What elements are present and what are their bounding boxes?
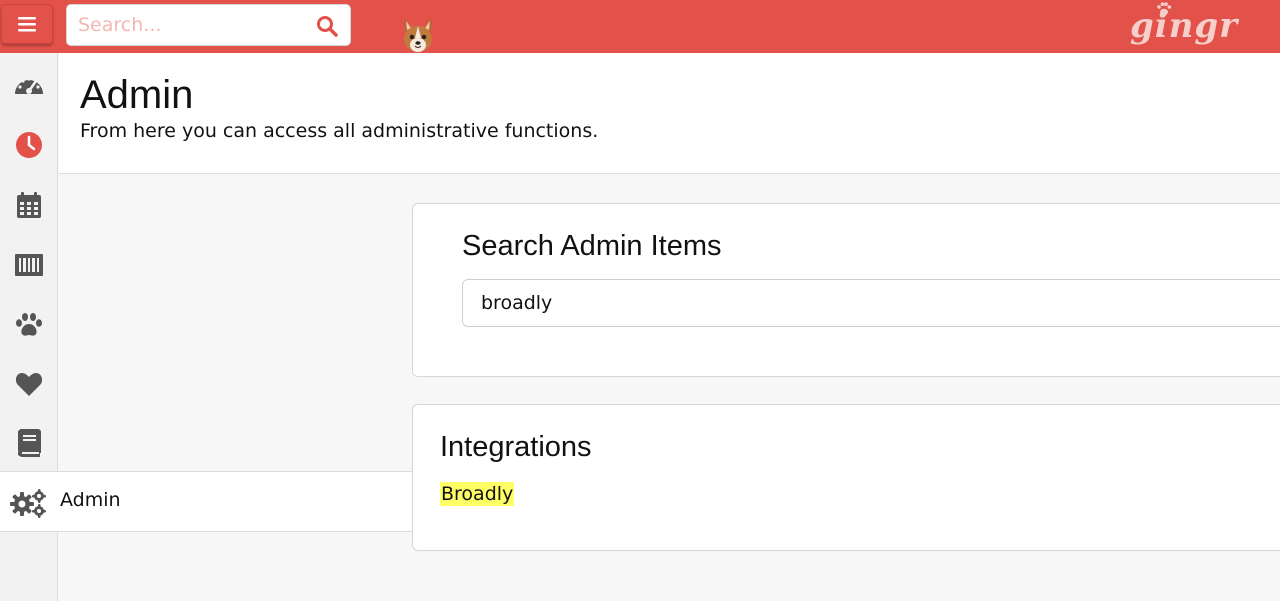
- search-admin-title: Search Admin Items: [462, 230, 722, 262]
- logo-paw-icon: [1157, 2, 1172, 16]
- heart-icon: [15, 373, 43, 396]
- sidebar-item-barcode[interactable]: [0, 235, 58, 295]
- sidebar-item-reports[interactable]: [0, 413, 58, 473]
- gingr-logo[interactable]: gingr: [1130, 2, 1237, 48]
- search-icon[interactable]: [316, 15, 338, 37]
- sidebar-item-dashboard[interactable]: [0, 55, 58, 115]
- clock-icon: [16, 132, 42, 158]
- dog-mascot-icon: [404, 18, 432, 52]
- results-card: Integrations Broadly: [412, 404, 1280, 551]
- page-header: Admin From here you can access all admin…: [59, 53, 1280, 174]
- sidebar-item-calendar[interactable]: [0, 175, 58, 235]
- menu-toggle-button[interactable]: [1, 4, 53, 44]
- top-navbar: gingr: [0, 0, 1280, 53]
- book-icon: [18, 429, 41, 457]
- gears-icon: [10, 489, 46, 518]
- paw-icon: [16, 313, 42, 336]
- page-subtitle: From here you can access all administrat…: [80, 120, 599, 142]
- hamburger-icon: [18, 17, 36, 32]
- sidebar-item-favorites[interactable]: [0, 354, 58, 414]
- global-search-input[interactable]: [67, 5, 307, 45]
- search-admin-card: Search Admin Items: [412, 203, 1280, 377]
- sidebar-item-pets[interactable]: [0, 295, 58, 355]
- logo-text: gingr: [1130, 6, 1239, 46]
- result-link-broadly[interactable]: Broadly: [440, 482, 515, 506]
- calendar-icon: [17, 192, 41, 218]
- global-search: [66, 4, 351, 46]
- sidebar-item-admin-label: Admin: [60, 489, 121, 511]
- barcode-icon: [15, 254, 43, 276]
- sidebar-item-clock[interactable]: [0, 115, 58, 175]
- page-title: Admin: [80, 73, 194, 117]
- sidebar-item-admin[interactable]: Admin: [0, 471, 414, 532]
- dashboard-icon: [15, 77, 43, 94]
- admin-search-input[interactable]: [462, 279, 1280, 327]
- result-category-title: Integrations: [440, 431, 592, 463]
